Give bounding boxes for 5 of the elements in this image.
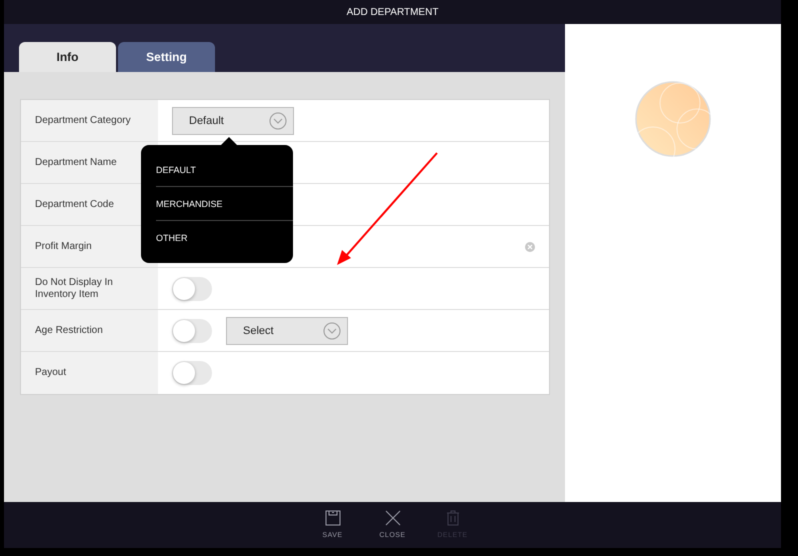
field-label: Department Category: [21, 100, 158, 141]
field-label: Do Not Display In Inventory Item: [21, 268, 158, 309]
field-label: Payout: [21, 352, 158, 394]
field-label: Age Restriction: [21, 310, 158, 351]
window-title: ADD DEPARTMENT: [346, 6, 438, 18]
